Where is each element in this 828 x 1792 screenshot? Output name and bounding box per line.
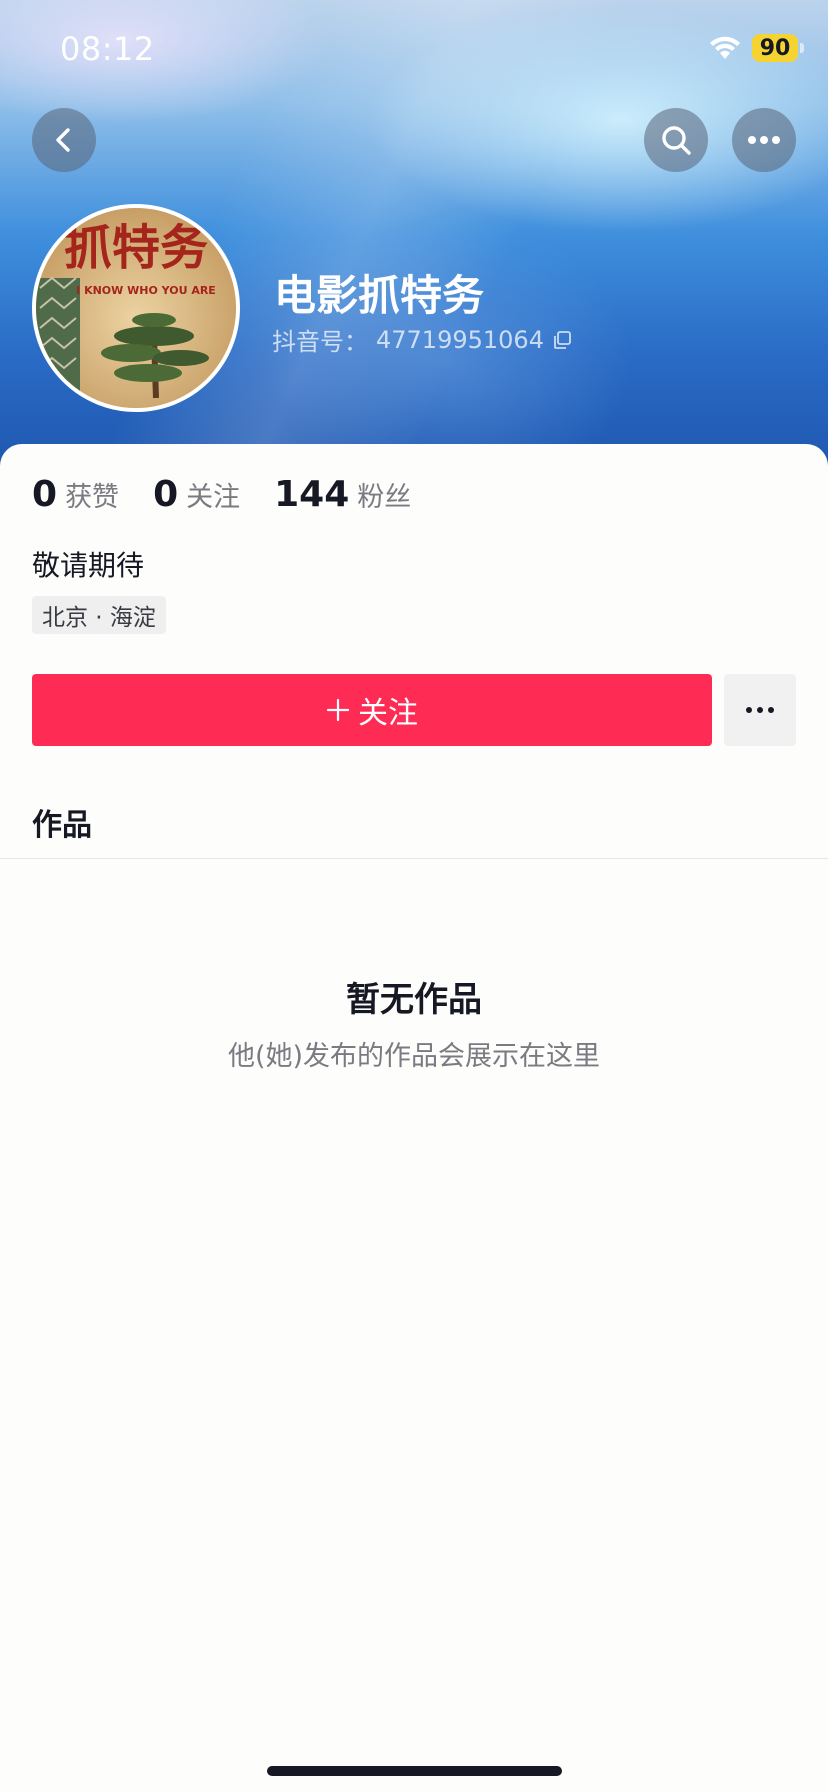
follow-button-label: 关注 <box>358 696 418 731</box>
profile-card <box>0 444 828 1792</box>
profile-stats: 0 获赞 0 关注 144 粉丝 <box>32 474 445 515</box>
status-icons: 90 <box>708 34 804 62</box>
stat-following-label: 关注 <box>186 482 241 513</box>
avatar-poster-image: 抓特务 I KNOW WHO YOU ARE <box>36 208 236 408</box>
more-dots-icon <box>748 136 780 144</box>
stat-following-value: 0 <box>153 474 179 515</box>
more-options-button[interactable] <box>732 108 796 172</box>
avatar-subtitle-text: I KNOW WHO YOU ARE <box>76 284 216 297</box>
back-button[interactable] <box>32 108 96 172</box>
avatar[interactable]: 抓特务 I KNOW WHO YOU ARE <box>32 204 240 412</box>
stat-followers-label: 粉丝 <box>357 482 412 513</box>
search-icon <box>662 126 691 155</box>
douyin-id-value: 47719951064 <box>376 325 544 354</box>
home-indicator[interactable] <box>267 1766 562 1776</box>
follow-button[interactable]: 关注 <box>32 674 712 746</box>
tab-divider <box>0 858 828 859</box>
stat-followers[interactable]: 144 粉丝 <box>274 474 411 515</box>
stat-followers-value: 144 <box>274 474 350 515</box>
tab-works[interactable]: 作品 <box>32 800 92 844</box>
status-time: 08:12 <box>60 30 155 68</box>
search-button[interactable] <box>644 108 708 172</box>
empty-state-subtitle: 他(她)发布的作品会展示在这里 <box>227 1041 601 1072</box>
douyin-id[interactable]: 抖音号： 47719951064 <box>272 322 572 357</box>
follow-more-button[interactable] <box>724 674 796 746</box>
profile-bio: 敬请期待 <box>32 549 145 582</box>
avatar-title-text: 抓特务 <box>64 220 208 276</box>
stat-following[interactable]: 0 关注 <box>153 474 240 515</box>
plus-icon <box>326 698 350 722</box>
chevron-left-icon <box>56 128 70 152</box>
status-bar: 08:12 90 <box>0 0 828 100</box>
douyin-id-label: 抖音号： <box>272 328 368 356</box>
profile-nickname: 电影抓特务 <box>274 271 485 320</box>
copy-icon[interactable] <box>552 330 572 350</box>
wifi-icon <box>710 36 740 59</box>
location-tag: 北京 · 海淀 <box>32 596 166 634</box>
empty-state-title: 暂无作品 <box>346 980 482 1020</box>
stat-likes[interactable]: 0 获赞 <box>32 474 119 515</box>
battery-indicator: 90 <box>752 34 804 62</box>
stat-likes-value: 0 <box>32 474 58 515</box>
stat-likes-label: 获赞 <box>65 482 120 513</box>
ellipsis-icon <box>746 707 774 713</box>
